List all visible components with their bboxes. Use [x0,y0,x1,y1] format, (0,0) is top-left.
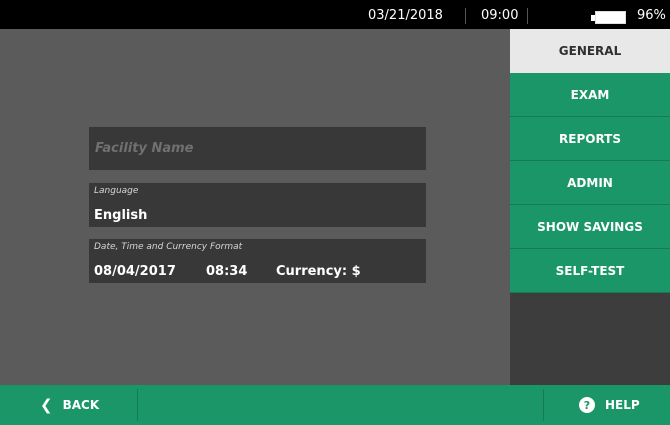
language-value: English [94,208,148,223]
tab-reports[interactable]: REPORTS [510,117,670,161]
date-time-currency-selector[interactable]: Date, Time and Currency Format 08/04/201… [89,239,426,283]
status-divider [527,8,528,24]
status-divider [465,8,466,24]
tab-admin[interactable]: ADMIN [510,161,670,205]
tab-self-test[interactable]: SELF-TEST [510,249,670,293]
help-button[interactable]: ? HELP [545,385,670,425]
currency-format-value: Currency: $ [276,264,361,279]
bottom-divider [137,389,138,421]
facility-name-field[interactable]: Facility Name [89,127,426,170]
language-selector[interactable]: Language English [89,183,426,227]
tab-general[interactable]: GENERAL [510,29,670,73]
bottom-bar: ❮ BACK ? HELP [0,385,670,425]
status-bar: 03/21/2018 09:00 96% [0,0,670,29]
battery-level: 96% [637,8,666,23]
language-label: Language [94,186,139,196]
facility-name-placeholder: Facility Name [95,141,194,156]
date-format-value: 08/04/2017 [94,264,176,279]
status-time: 09:00 [481,8,519,23]
time-format-value: 08:34 [206,264,248,279]
bottom-divider [543,389,544,421]
chevron-left-icon: ❮ [40,396,53,414]
status-date: 03/21/2018 [368,8,443,23]
date-time-currency-label: Date, Time and Currency Format [94,242,243,252]
settings-content: Facility Name Language English Date, Tim… [0,29,510,385]
settings-sidebar: GENERAL EXAM REPORTS ADMIN SHOW SAVINGS … [510,29,670,385]
back-button[interactable]: ❮ BACK [0,385,137,425]
question-icon: ? [579,397,595,413]
tab-show-savings[interactable]: SHOW SAVINGS [510,205,670,249]
tab-exam[interactable]: EXAM [510,73,670,117]
help-label: HELP [605,398,640,412]
battery-icon [591,11,626,24]
back-label: BACK [62,398,100,412]
